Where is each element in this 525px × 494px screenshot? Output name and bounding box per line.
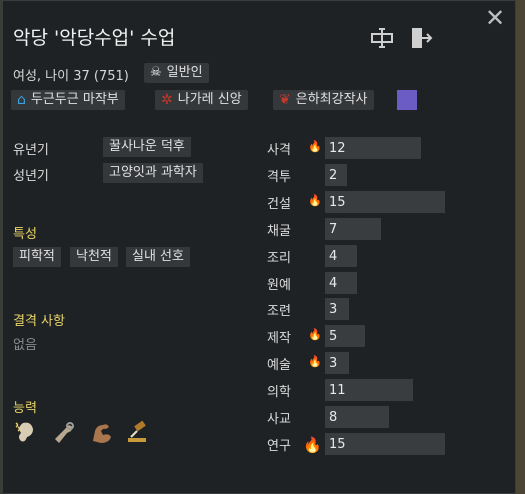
skill-row[interactable]: 원예 4 xyxy=(3,272,503,294)
tag-faction[interactable]: ❦ 은하최강작사 xyxy=(273,90,374,110)
skill-name: 조리 xyxy=(267,251,291,266)
skill-name: 사교 xyxy=(267,412,291,427)
tag-ideoligion[interactable]: ✲ 나가레 신앙 xyxy=(155,90,248,110)
house-icon: ⌂ xyxy=(17,92,26,108)
skill-level: 4 xyxy=(329,276,338,291)
skill-row[interactable]: 제작 🔥 5 xyxy=(3,325,503,347)
skill-name: 의학 xyxy=(267,385,291,400)
skill-name: 예술 xyxy=(267,358,291,373)
skill-level: 5 xyxy=(329,329,338,344)
skill-row[interactable]: 의학 11 xyxy=(3,379,503,401)
skill-row[interactable]: 연구 🔥 15 xyxy=(3,433,503,455)
skill-name: 원예 xyxy=(267,278,291,293)
skill-level: 4 xyxy=(329,249,338,264)
skill-level: 3 xyxy=(329,302,338,317)
minor-passion-icon: 🔥 xyxy=(308,328,322,341)
skill-name: 채굴 xyxy=(267,224,291,239)
skill-row[interactable]: 조리 4 xyxy=(3,245,503,267)
skill-name: 연구 xyxy=(267,439,291,454)
skill-level: 15 xyxy=(329,437,346,452)
tag-ideoligion-house[interactable]: ⌂ 두근두근 마작부 xyxy=(11,90,125,110)
skill-level: 8 xyxy=(329,410,338,425)
character-card: 악당 '악당수업' 수업 ✕ 여성, 나이 37 (751) ☠ 일반인 ⌂ 두… xyxy=(2,0,516,494)
skill-row[interactable]: 사교 8 xyxy=(3,406,503,428)
skill-level: 7 xyxy=(329,222,338,237)
faction-label: 일반인 xyxy=(166,65,203,80)
skill-row[interactable]: 채굴 7 xyxy=(3,218,503,240)
major-passion-icon: 🔥 xyxy=(303,436,322,454)
close-icon[interactable]: ✕ xyxy=(484,6,506,30)
skill-row[interactable]: 예술 🔥 3 xyxy=(3,352,503,374)
tag-label: 나가레 신앙 xyxy=(177,92,242,107)
minor-passion-icon: 🔥 xyxy=(308,194,322,207)
exit-icon[interactable] xyxy=(408,25,434,51)
skill-row[interactable]: 사격 🔥 12 xyxy=(3,137,503,159)
faction-icon: ❦ xyxy=(279,92,291,108)
skill-row[interactable]: 건설 🔥 15 xyxy=(3,191,503,213)
favorite-color-swatch[interactable] xyxy=(397,90,417,110)
skill-name: 사격 xyxy=(267,143,291,158)
pawn-name: 악당 '악당수업' 수업 xyxy=(13,27,176,49)
faction-badge[interactable]: ☠ 일반인 xyxy=(144,63,209,83)
skill-level: 3 xyxy=(329,356,338,371)
tag-label: 두근두근 마작부 xyxy=(30,92,119,107)
skill-name: 제작 xyxy=(267,331,291,346)
skill-name: 조련 xyxy=(267,304,291,319)
ideology-icon: ✲ xyxy=(161,92,173,108)
rename-icon[interactable] xyxy=(369,25,395,51)
skill-level: 11 xyxy=(329,383,346,398)
skill-name: 건설 xyxy=(267,197,291,212)
minor-passion-icon: 🔥 xyxy=(308,355,322,368)
gender-age: 여성, 나이 37 (751) xyxy=(13,69,129,84)
skill-row[interactable]: 조련 3 xyxy=(3,298,503,320)
skull-icon: ☠ xyxy=(150,65,162,80)
tag-label: 은하최강작사 xyxy=(295,92,368,107)
minor-passion-icon: 🔥 xyxy=(308,140,322,153)
skill-level: 2 xyxy=(329,168,338,183)
skill-name: 격투 xyxy=(267,170,291,185)
skill-row[interactable]: 격투 2 xyxy=(3,164,503,186)
skill-level: 15 xyxy=(329,195,346,210)
skill-level: 12 xyxy=(329,141,346,156)
